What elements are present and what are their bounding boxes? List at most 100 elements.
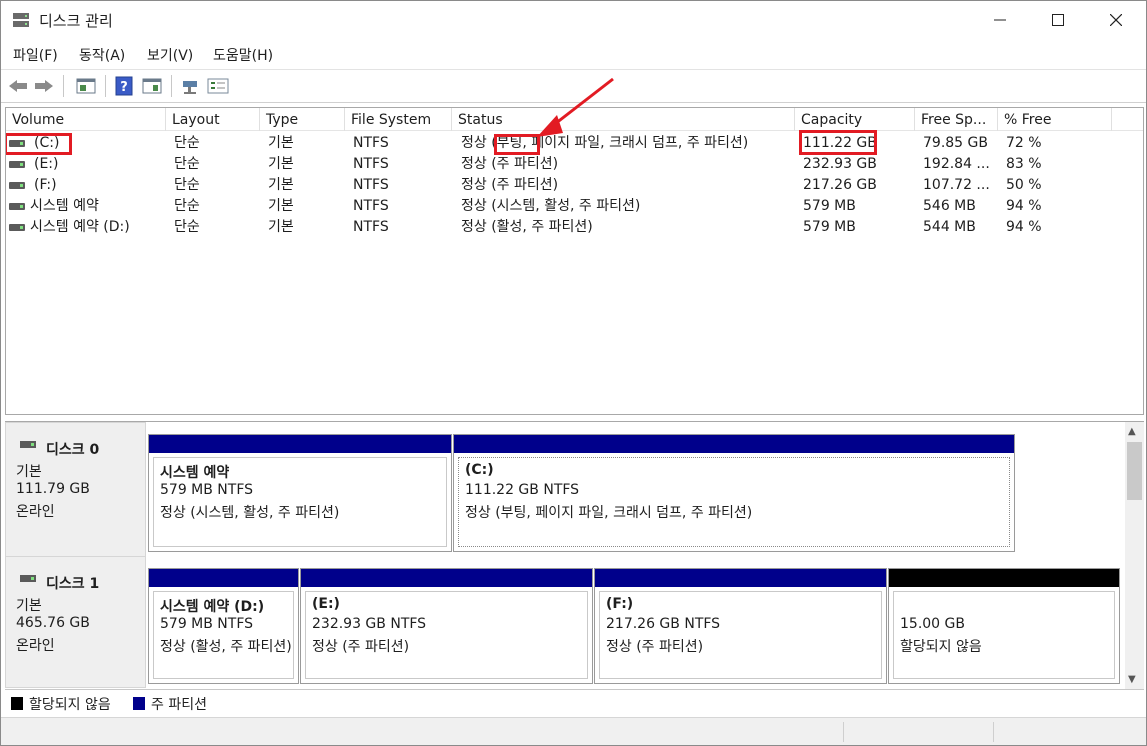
- toolbar-separator: [63, 75, 64, 97]
- partition-color-bar: [149, 569, 298, 587]
- column-header-percent-free[interactable]: % Free: [998, 108, 1112, 131]
- volume-type: 기본: [268, 177, 294, 193]
- partition-color-bar: [149, 435, 451, 453]
- console-button[interactable]: [141, 75, 163, 97]
- volume-capacity: 579 MB: [803, 198, 856, 214]
- volume-free-space: 544 MB: [923, 219, 976, 235]
- volume-file-system: NTFS: [353, 156, 389, 172]
- legend-unallocated-swatch: [11, 697, 23, 710]
- connect-icon: [183, 81, 197, 94]
- volume-drive-icon: [9, 203, 25, 210]
- partition-block[interactable]: (C:) 111.22 GB NTFS 정상 (부팅, 페이지 파일, 크래시 …: [453, 434, 1015, 552]
- scroll-up-icon[interactable]: ▲: [1128, 426, 1136, 437]
- menu-help[interactable]: 도움말(H): [213, 45, 273, 65]
- back-button[interactable]: [7, 75, 29, 97]
- partition-details: 시스템 예약 (D:) 579 MB NTFS 정상 (활성, 주 파티션): [153, 591, 294, 679]
- partition-size: 232.93 GB NTFS: [312, 616, 427, 632]
- partition-title: [900, 596, 1108, 616]
- partition-size: 579 MB NTFS: [160, 482, 254, 498]
- volume-capacity: 217.26 GB: [803, 177, 877, 193]
- volume-status: 정상 (활성, 주 파티션): [461, 219, 593, 235]
- menu-bar: 파일(F) 동작(A) 보기(V) 도움말(H): [1, 39, 1146, 69]
- partition-block[interactable]: (E:) 232.93 GB NTFS 정상 (주 파티션): [300, 568, 593, 684]
- legend-unallocated-label: 할당되지 않음: [29, 697, 111, 713]
- partition-color-bar: [889, 569, 1119, 587]
- partition-size: 111.22 GB NTFS: [465, 482, 580, 498]
- partition-color-bar: [454, 435, 1014, 453]
- toolbar-separator: [171, 75, 172, 97]
- disk-state: 온라인: [16, 504, 55, 520]
- menu-view[interactable]: 보기(V): [147, 45, 193, 65]
- partition-color-bar: [595, 569, 886, 587]
- settings-list-icon: [207, 78, 229, 94]
- console-icon: [142, 78, 162, 94]
- column-header-file-system[interactable]: File System: [345, 108, 452, 131]
- disk-drive-icon: [20, 575, 36, 582]
- partition-block[interactable]: 시스템 예약 579 MB NTFS 정상 (시스템, 활성, 주 파티션): [148, 434, 452, 552]
- partition-details: 시스템 예약 579 MB NTFS 정상 (시스템, 활성, 주 파티션): [153, 457, 447, 547]
- volume-layout: 단순: [174, 177, 200, 193]
- column-header-capacity[interactable]: Capacity: [795, 108, 915, 131]
- unallocated-block[interactable]: 15.00 GB 할당되지 않음: [888, 568, 1120, 684]
- partition-block[interactable]: (F:) 217.26 GB NTFS 정상 (주 파티션): [594, 568, 887, 684]
- partition-color-bar: [301, 569, 592, 587]
- minimize-button[interactable]: [971, 1, 1029, 39]
- column-header-layout[interactable]: Layout: [166, 108, 260, 131]
- volume-row[interactable]: (E:) 단순 기본 NTFS 정상 (주 파티션) 232.93 GB 192…: [6, 154, 1143, 175]
- volume-drive-icon: [9, 161, 25, 168]
- column-header-type[interactable]: Type: [260, 108, 345, 131]
- volume-type: 기본: [268, 219, 294, 235]
- partition-title: (E:): [312, 596, 340, 612]
- scroll-down-icon[interactable]: ▼: [1128, 674, 1136, 685]
- disk-name: 디스크 1: [46, 576, 100, 592]
- volume-status: 정상 (시스템, 활성, 주 파티션): [461, 198, 641, 214]
- partition-title: (C:): [465, 462, 494, 478]
- highlight-box-capacity: [799, 130, 877, 155]
- volume-row[interactable]: 시스템 예약 단순 기본 NTFS 정상 (시스템, 활성, 주 파티션) 57…: [6, 196, 1143, 217]
- partition-status: 정상 (주 파티션): [606, 639, 704, 655]
- disk-name: 디스크 0: [46, 442, 100, 458]
- disk-info-panel[interactable]: 디스크 0 기본 111.79 GB 온라인: [5, 422, 146, 558]
- close-button[interactable]: [1087, 1, 1145, 39]
- vertical-scrollbar[interactable]: ▲ ▼: [1125, 422, 1144, 690]
- volume-row[interactable]: 시스템 예약 (D:) 단순 기본 NTFS 정상 (활성, 주 파티션) 57…: [6, 217, 1143, 238]
- settings-list-button[interactable]: [207, 75, 229, 97]
- partition-block[interactable]: 시스템 예약 (D:) 579 MB NTFS 정상 (활성, 주 파티션): [148, 568, 299, 684]
- disk-state: 온라인: [16, 638, 55, 654]
- volume-name: 시스템 예약 (D:): [30, 219, 130, 235]
- volume-row[interactable]: (F:) 단순 기본 NTFS 정상 (주 파티션) 217.26 GB 107…: [6, 175, 1143, 196]
- disk-drive-icon: [20, 441, 36, 448]
- title-bar: 디스크 관리: [1, 1, 1146, 39]
- disk-management-app-icon: [13, 13, 29, 27]
- menu-file[interactable]: 파일(F): [13, 45, 58, 65]
- volume-drive-icon: [9, 182, 25, 189]
- volume-percent-free: 83 %: [1006, 156, 1042, 172]
- volume-capacity: 579 MB: [803, 219, 856, 235]
- volume-capacity: 232.93 GB: [803, 156, 877, 172]
- volume-type: 기본: [268, 156, 294, 172]
- maximize-button[interactable]: [1029, 1, 1087, 39]
- partition-details: 15.00 GB 할당되지 않음: [893, 591, 1115, 679]
- partition-status: 정상 (시스템, 활성, 주 파티션): [160, 505, 340, 521]
- column-header-free-space[interactable]: Free Sp...: [915, 108, 998, 131]
- volume-name: 시스템 예약: [30, 198, 99, 214]
- forward-button[interactable]: [33, 75, 55, 97]
- volume-free-space: 546 MB: [923, 198, 976, 214]
- properties-icon: [76, 78, 96, 94]
- connect-button[interactable]: [179, 75, 201, 97]
- volume-file-system: NTFS: [353, 135, 389, 151]
- menu-action[interactable]: 동작(A): [79, 45, 125, 65]
- svg-text:?: ?: [120, 80, 128, 95]
- help-button[interactable]: ?: [113, 75, 135, 97]
- close-icon: [1110, 14, 1122, 26]
- disk-info-panel[interactable]: 디스크 1 기본 465.76 GB 온라인: [5, 556, 146, 688]
- back-arrow-icon: [9, 80, 27, 92]
- help-icon: ?: [115, 76, 133, 96]
- volume-type: 기본: [268, 198, 294, 214]
- legend-primary-swatch: [133, 697, 145, 710]
- properties-button[interactable]: [75, 75, 97, 97]
- column-header-volume[interactable]: Volume: [6, 108, 166, 131]
- scrollbar-thumb[interactable]: [1127, 442, 1142, 500]
- legend: 할당되지 않음 주 파티션: [5, 689, 1144, 715]
- legend-primary-label: 주 파티션: [151, 697, 207, 713]
